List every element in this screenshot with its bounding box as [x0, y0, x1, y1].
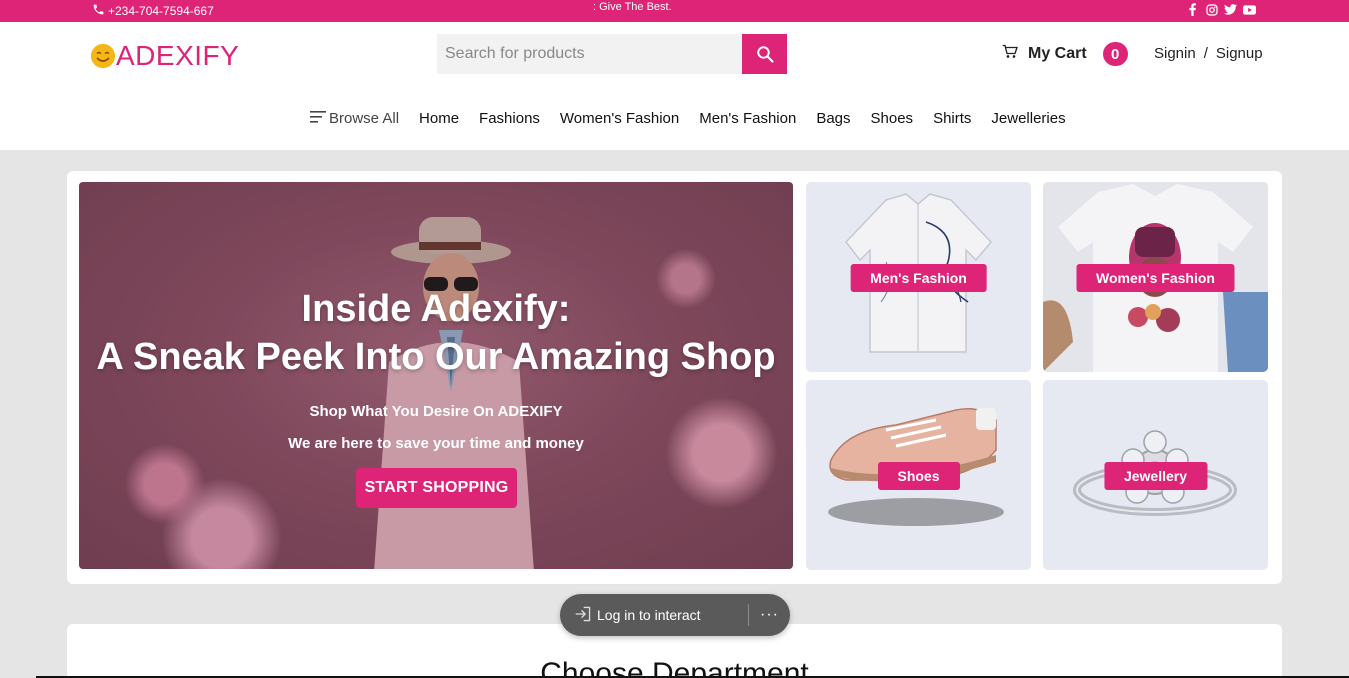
search-input[interactable] [437, 34, 742, 74]
more-options-icon[interactable]: ··· [749, 606, 790, 624]
category-tile-mens-fashion[interactable]: Men's Fashion [806, 182, 1031, 372]
twitter-icon[interactable] [1224, 3, 1237, 16]
search-icon [756, 46, 774, 63]
phone-number: +234-704-7594-667 [108, 4, 214, 18]
search-bar [437, 34, 787, 74]
search-button[interactable] [742, 34, 787, 74]
category-label-mens-fashion: Men's Fashion [850, 264, 987, 292]
login-arrow-icon [574, 606, 592, 625]
auth-links: Signin / Signup [1154, 45, 1263, 62]
hero-title-line2: A Sneak Peek Into Our Amazing Shop [96, 336, 776, 378]
hero-banner: Inside Adexify: A Sneak Peek Into Our Am… [79, 182, 793, 569]
login-to-interact-button[interactable]: Log in to interact [560, 606, 748, 625]
signup-link[interactable]: Signup [1216, 45, 1263, 62]
marquee-text: : Give The Best. [593, 1, 672, 13]
nav-item-shirts[interactable]: Shirts [933, 110, 971, 127]
category-label-shoes: Shoes [877, 462, 960, 490]
nav-item-mens-fashion[interactable]: Men's Fashion [699, 110, 796, 127]
social-links [1186, 3, 1256, 16]
youtube-icon[interactable] [1243, 3, 1256, 16]
site-logo[interactable]: ADEXIFY [91, 40, 239, 72]
nav-item-shoes[interactable]: Shoes [871, 110, 914, 127]
menu-icon [310, 110, 326, 127]
phone-icon [92, 3, 105, 19]
hero-title-line1: Inside Adexify: [301, 288, 571, 330]
browse-all-button[interactable]: Browse All [310, 110, 399, 127]
login-toast: Log in to interact ··· [560, 594, 790, 636]
cart-icon [1002, 44, 1018, 64]
logo-text: ADEXIFY [116, 40, 240, 71]
cart-count-badge: 0 [1102, 42, 1128, 66]
category-tile-jewellery[interactable]: Jewellery [1043, 380, 1268, 570]
category-label-jewellery: Jewellery [1103, 462, 1208, 490]
cart-label: My Cart [1028, 45, 1087, 62]
cart-link[interactable]: My Cart 0 [1002, 42, 1128, 66]
smiley-logo-icon [91, 44, 115, 68]
category-tile-shoes[interactable]: Shoes [806, 380, 1031, 570]
site-header: ADEXIFY My Cart 0 Signin / Signup Browse… [0, 22, 1349, 150]
signin-link[interactable]: Signin [1154, 45, 1196, 62]
hero-subtitle-2: We are here to save your time and money [288, 435, 584, 452]
login-label: Log in to interact [597, 607, 701, 623]
nav-item-bags[interactable]: Bags [816, 110, 850, 127]
nav-item-home[interactable]: Home [419, 110, 459, 127]
department-title: Choose Department [540, 657, 809, 678]
phone-contact[interactable]: +234-704-7594-667 [92, 3, 214, 19]
nav-item-womens-fashion[interactable]: Women's Fashion [560, 110, 679, 127]
category-label-womens-fashion: Women's Fashion [1076, 264, 1235, 292]
hero-subtitle-1: Shop What You Desire On ADEXIFY [309, 403, 563, 420]
auth-separator: / [1203, 45, 1208, 62]
facebook-icon[interactable] [1186, 3, 1199, 16]
start-shopping-button[interactable]: START SHOPPING [356, 468, 517, 508]
instagram-icon[interactable] [1205, 3, 1218, 16]
top-bar: +234-704-7594-667 : Give The Best. [0, 0, 1349, 22]
nav-item-fashions[interactable]: Fashions [479, 110, 540, 127]
main-nav: Browse All Home Fashions Women's Fashion… [310, 110, 1086, 127]
category-tile-womens-fashion[interactable]: Women's Fashion [1043, 182, 1268, 372]
nav-item-jewelleries[interactable]: Jewelleries [991, 110, 1065, 127]
browse-all-label: Browse All [329, 110, 400, 127]
